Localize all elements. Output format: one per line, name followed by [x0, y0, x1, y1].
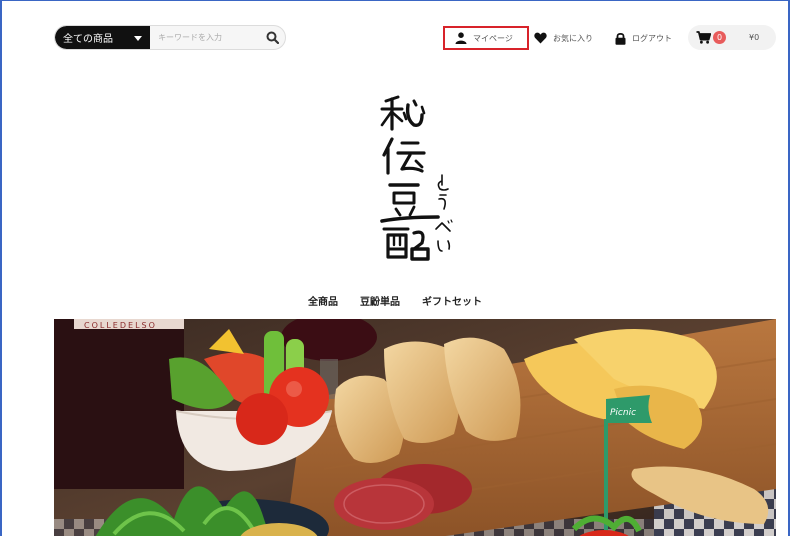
hero-banner[interactable]: COLLEDELSO Picnic — [54, 319, 776, 536]
site-logo[interactable] — [378, 93, 458, 263]
heart-icon — [534, 32, 547, 44]
logout-link[interactable]: ログアウト — [615, 28, 672, 48]
search-input[interactable] — [150, 26, 260, 49]
search-bar: 全ての商品 — [54, 25, 286, 50]
category-select[interactable]: 全ての商品 — [55, 26, 151, 49]
cart-button[interactable]: 0 ¥0 — [688, 25, 776, 50]
search-button[interactable] — [259, 26, 285, 49]
chevron-down-icon — [134, 36, 143, 41]
favorite-label: お気に入り — [553, 33, 593, 43]
mypage-label: マイページ — [473, 33, 513, 43]
flag-text: Picnic — [610, 408, 636, 418]
category-select-label: 全ての商品 — [63, 34, 113, 45]
logo-calligraphy — [380, 95, 453, 261]
logout-label: ログアウト — [632, 33, 672, 43]
global-nav: 全商品 豆鼢単品 ギフトセット — [2, 293, 788, 308]
nav-item-gift-sets[interactable]: ギフトセット — [422, 293, 482, 308]
cart-icon — [696, 31, 711, 44]
page-frame: 全ての商品 マイページ お気に入り ログアウト — [0, 0, 790, 536]
mypage-link[interactable]: マイページ — [443, 26, 529, 50]
nav-item-single-items[interactable]: 豆鼢単品 — [360, 293, 400, 308]
nav-item-all-products[interactable]: 全商品 — [308, 293, 338, 308]
lock-icon — [615, 32, 626, 45]
cart-total: ¥0 — [749, 33, 760, 42]
bottle-label: COLLEDELSO — [84, 321, 157, 330]
hero-image: COLLEDELSO Picnic — [54, 319, 776, 536]
user-icon — [455, 32, 467, 44]
cart-count-badge: 0 — [713, 31, 726, 44]
favorite-link[interactable]: お気に入り — [534, 28, 593, 48]
search-icon — [266, 31, 279, 44]
